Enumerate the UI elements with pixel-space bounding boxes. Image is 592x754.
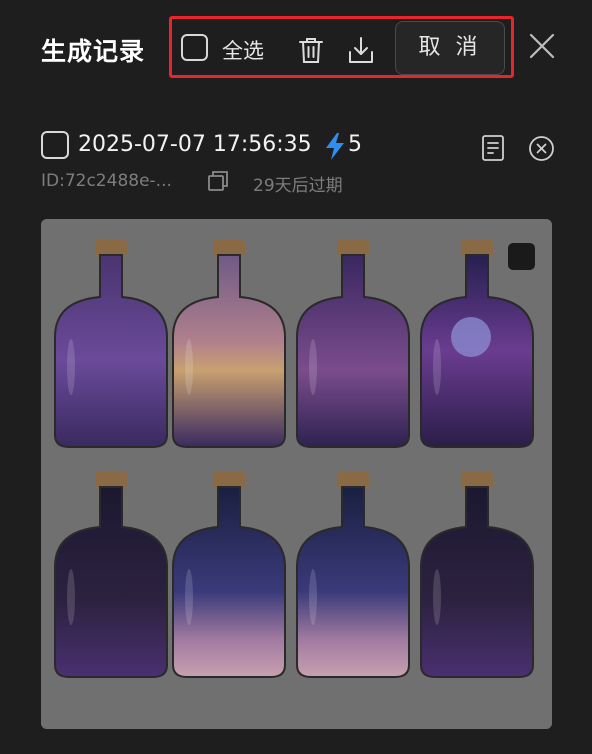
moon-illustration xyxy=(451,317,491,357)
select-all-label[interactable]: 全选 xyxy=(222,35,264,65)
expiry-text: 29天后过期 xyxy=(253,176,343,196)
image-checkbox[interactable] xyxy=(508,243,535,270)
download-icon[interactable] xyxy=(348,36,374,64)
page-title: 生成记录 xyxy=(41,37,146,66)
selection-toolbar: 全选 取 消 xyxy=(169,16,514,78)
select-all-checkbox[interactable] xyxy=(181,34,208,61)
lightning-bolt-icon xyxy=(326,133,344,160)
copy-icon[interactable] xyxy=(207,170,229,192)
circle-close-icon[interactable] xyxy=(528,135,555,162)
cancel-button[interactable]: 取 消 xyxy=(395,21,505,75)
trash-icon[interactable] xyxy=(298,36,324,64)
generated-image[interactable] xyxy=(41,219,552,729)
record-id: ID:72c2488e-... xyxy=(41,171,172,191)
credits-count: 5 xyxy=(348,132,362,157)
record-datetime: 2025-07-07 17:56:35 xyxy=(78,132,312,157)
close-icon[interactable] xyxy=(529,33,555,59)
document-icon[interactable] xyxy=(481,135,505,161)
record-checkbox[interactable] xyxy=(41,131,69,159)
bottles-artwork xyxy=(41,219,552,729)
